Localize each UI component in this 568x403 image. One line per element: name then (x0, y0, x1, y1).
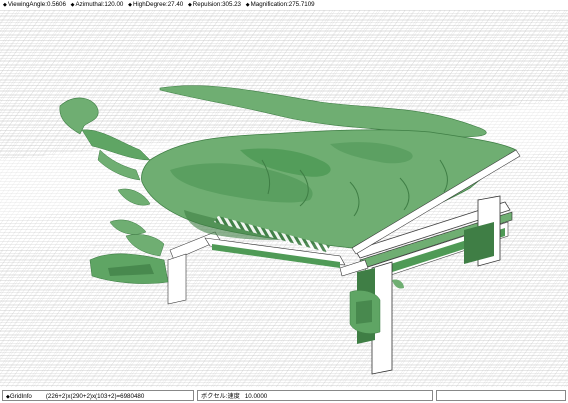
param-label: Azimuthal (75, 1, 103, 8)
empty-status-panel (436, 390, 566, 401)
param-label: Repulsion (192, 1, 221, 8)
param-value: 275.7109 (288, 1, 315, 8)
param-label: Magnification (250, 1, 288, 8)
grid-info-label: GridInfo (9, 393, 32, 400)
3d-viewport[interactable] (0, 10, 568, 387)
voxel-value: 10.0000 (244, 393, 268, 400)
param-magnification: ◆Magnification:275.7109 (245, 1, 315, 8)
diamond-icon: ◆ (245, 2, 250, 8)
diamond-icon: ◆ (187, 2, 192, 8)
param-azimuthal: ◆Azimuthal:120.00 (70, 1, 124, 8)
diamond-icon: ◆ (70, 2, 75, 8)
3d-scene[interactable] (0, 10, 568, 387)
grid-info-panel: ◆GridInfo (226+2)x(290+2)x(103+2)=6980480 (2, 390, 194, 401)
param-value: 0.5606 (46, 1, 66, 8)
voxel-label: ボクセル:速度 (201, 393, 240, 400)
param-value: 305.23 (222, 1, 241, 8)
grid-info-value: (226+2)x(290+2)x(103+2)=6980480 (45, 393, 145, 400)
param-value: 27.40 (167, 1, 184, 8)
param-repulsion: ◆Repulsion:305.23 (187, 1, 241, 8)
param-value: 120.00 (104, 1, 124, 8)
param-label: HighDegree (132, 1, 166, 8)
view-parameter-bar: ◆ViewingAngle:0.5606 ◆Azimuthal:120.00 ◆… (0, 0, 568, 10)
voxel-info-panel: ボクセル:速度 10.0000 (197, 390, 433, 401)
status-bar: ◆GridInfo (226+2)x(290+2)x(103+2)=6980480… (0, 389, 568, 403)
param-label: ViewingAngle (7, 1, 46, 8)
param-high-degree: ◆HighDegree:27.40 (128, 1, 184, 8)
param-viewing-angle: ◆ViewingAngle:0.5606 (3, 1, 66, 8)
diamond-icon: ◆ (3, 2, 7, 8)
diamond-icon: ◆ (128, 2, 132, 8)
visualizer-window: ◆ViewingAngle:0.5606 ◆Azimuthal:120.00 ◆… (0, 0, 568, 403)
